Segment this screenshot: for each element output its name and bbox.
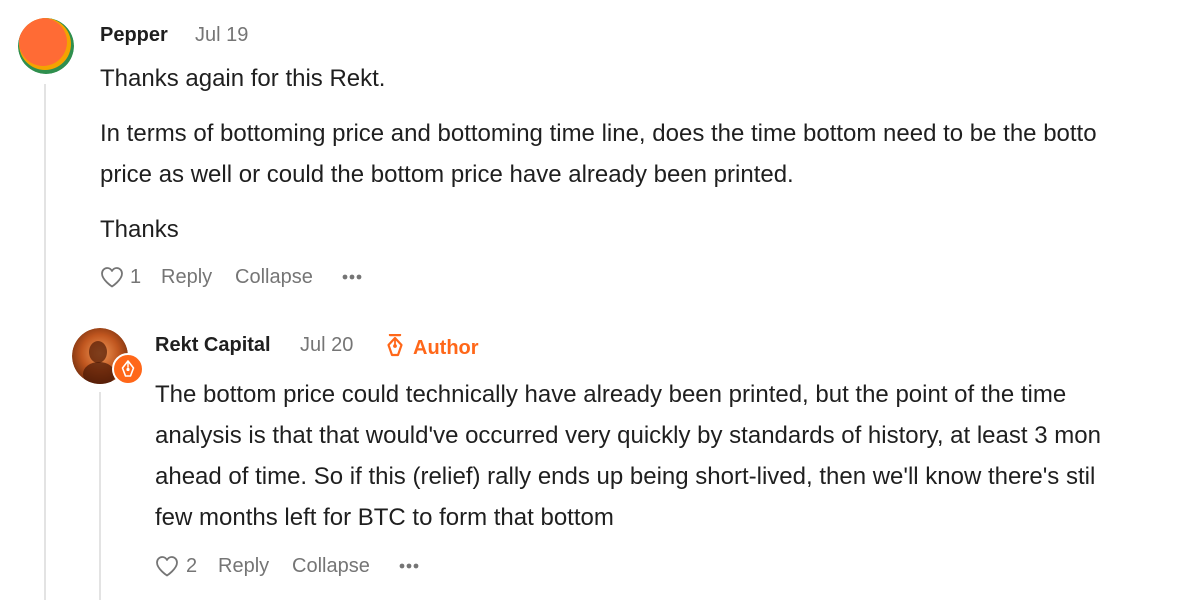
author-badge-label: Author (413, 337, 479, 359)
reply-button[interactable]: Reply (161, 266, 212, 289)
comment-paragraph: The bottom price could technically have … (155, 381, 1067, 408)
comment-date[interactable]: Jul 20 (300, 334, 353, 357)
comment-paragraph: few months left for BTC to form that bot… (155, 504, 614, 531)
avatar[interactable] (18, 18, 74, 74)
comment-author[interactable]: Rekt Capital (155, 334, 271, 357)
heart-icon (156, 556, 178, 577)
ellipsis-icon[interactable] (341, 273, 363, 281)
pen-nib-icon (112, 353, 144, 385)
avatar-image (18, 18, 74, 74)
ellipsis-icon[interactable] (398, 562, 420, 570)
comment-paragraph: Thanks again for this Rekt. (100, 65, 386, 92)
thread-line-reply (99, 392, 101, 600)
comment-paragraph: analysis is that that would've occurred … (155, 422, 1101, 449)
comment-paragraph: price as well or could the bottom price … (100, 161, 794, 188)
reply-button[interactable]: Reply (218, 555, 269, 578)
comment-paragraph: ahead of time. So if this (relief) rally… (155, 463, 1096, 490)
collapse-button[interactable]: Collapse (292, 555, 370, 578)
thread-line (44, 84, 46, 600)
comment-author[interactable]: Pepper (100, 24, 168, 47)
comment-paragraph: Thanks (100, 216, 179, 243)
like-count: 2 (186, 555, 198, 577)
heart-icon (101, 267, 123, 288)
collapse-button[interactable]: Collapse (235, 266, 313, 289)
comment-body: The bottom price could technically have … (155, 374, 1101, 538)
comment-date[interactable]: Jul 19 (195, 24, 248, 47)
pen-nib-icon (387, 334, 403, 357)
like-count: 1 (130, 266, 142, 288)
comment-body: Thanks again for this Rekt. In terms of … (100, 58, 1097, 250)
comment-paragraph: In terms of bottoming price and bottomin… (100, 120, 1097, 147)
